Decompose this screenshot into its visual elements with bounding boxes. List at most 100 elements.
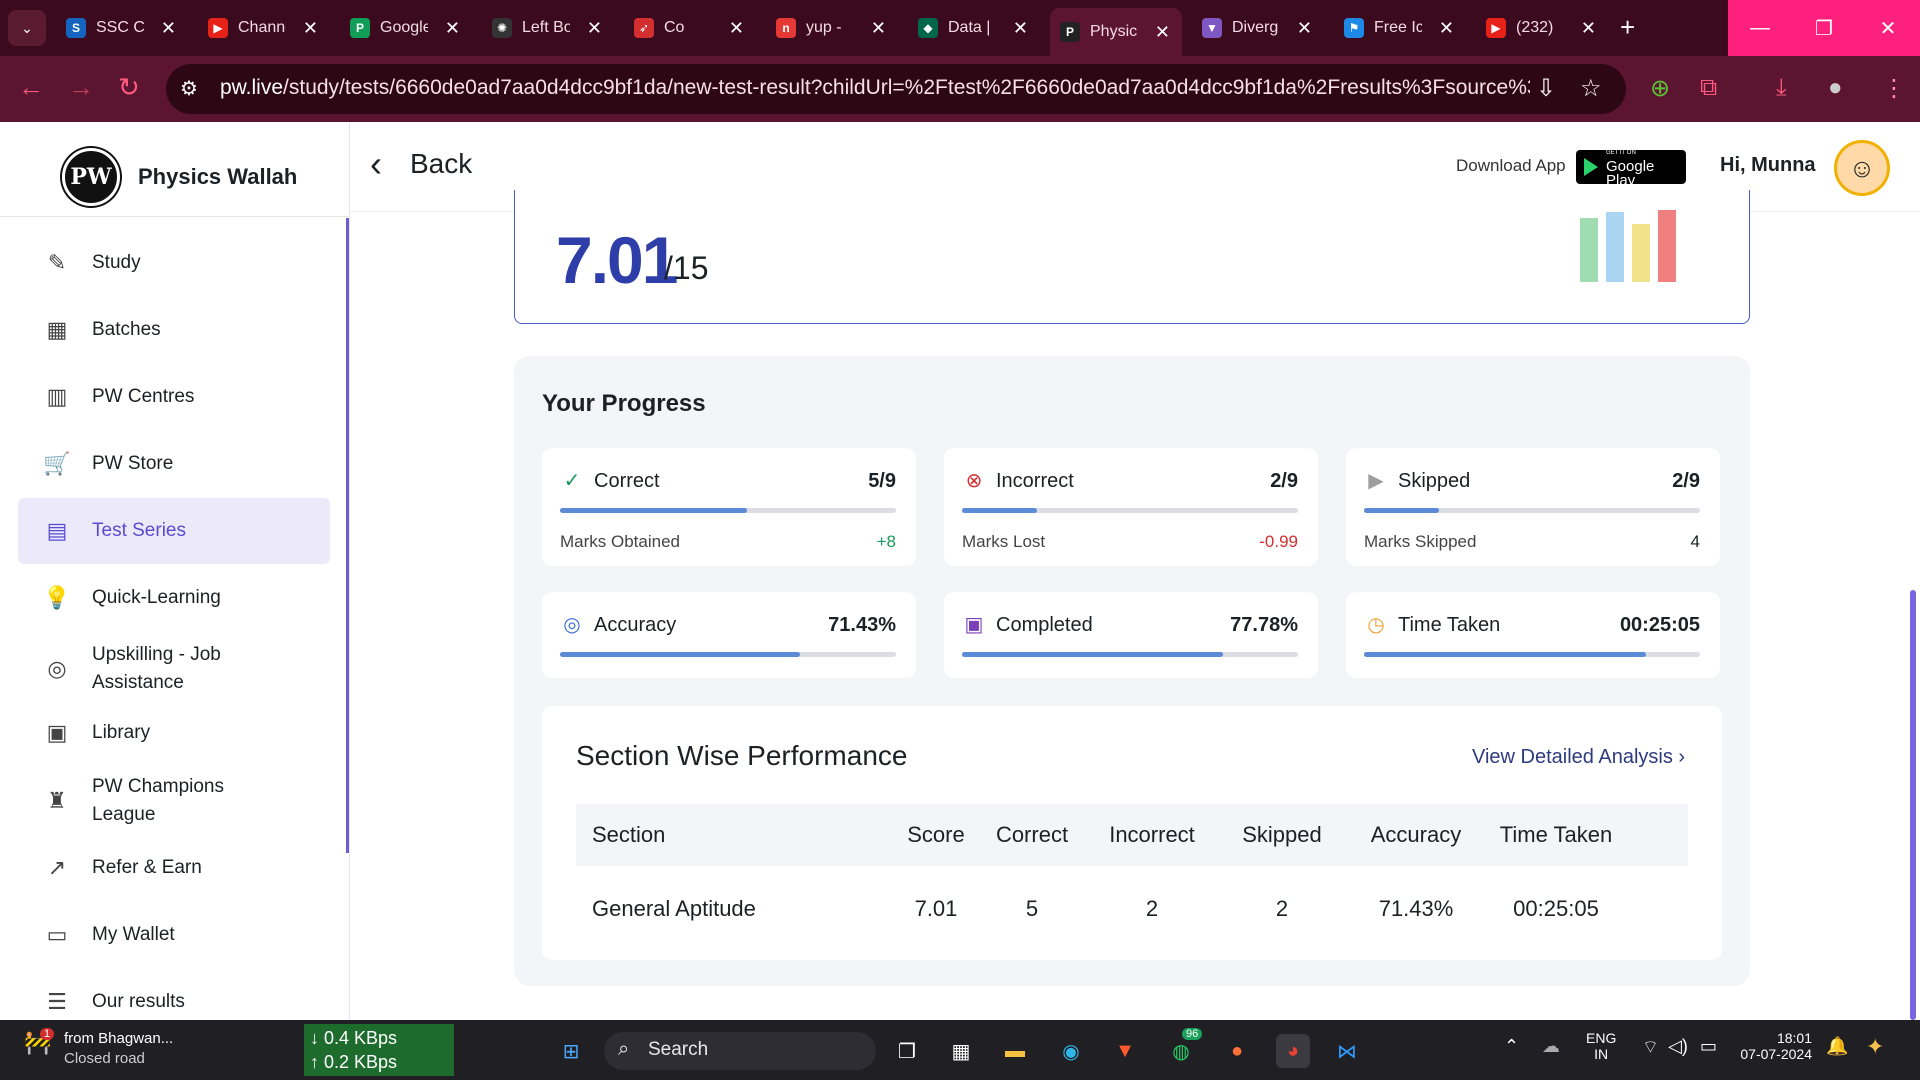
browser-tab[interactable]: ▶ Channel ✕ (198, 8, 330, 48)
column-header: Incorrect (1109, 822, 1195, 847)
progress-fill (560, 652, 800, 657)
sidebar-item-quick-learning[interactable]: 💡 Quick-Learning (18, 565, 330, 631)
chrome-icon[interactable]: ◕ (1276, 1034, 1310, 1068)
firefox-icon[interactable]: ● (1220, 1034, 1254, 1068)
tab-close-icon[interactable]: ✕ (729, 18, 744, 39)
minimize-button[interactable]: — (1728, 0, 1792, 56)
table-cell: General Aptitude (592, 896, 756, 921)
tab-close-icon[interactable]: ✕ (1013, 18, 1028, 39)
back-button[interactable]: ‹ Back (370, 146, 472, 182)
sidebar-item-label: PW Centres (92, 386, 195, 407)
url-text[interactable]: pw.live/study/tests/6660de0ad7aa0d4dcc9b… (220, 76, 1530, 100)
sidebar-item-batches[interactable]: ▦ Batches (18, 297, 330, 363)
browser-tab[interactable]: S SSC CGL ✕ (56, 8, 188, 48)
chevron-right-icon: › (1678, 746, 1686, 768)
sidebar-divider (0, 216, 350, 217)
install-app-icon[interactable]: ⇩ (1536, 74, 1556, 103)
stat-card-skipped: ▶ Skipped 2/9 Marks Skipped 4 (1346, 448, 1720, 566)
new-tab-button[interactable]: + (1620, 12, 1635, 43)
stat-title: Accuracy (594, 614, 677, 636)
reload-icon[interactable]: ↻ (118, 72, 140, 103)
score-total: /15 (664, 250, 709, 286)
sidebar-item-label: Test Series (92, 520, 186, 541)
browser-tab[interactable]: n yup - ✕ (766, 8, 898, 48)
sidebar-item-study[interactable]: ✎ Study (18, 230, 330, 296)
tab-close-icon[interactable]: ✕ (1439, 18, 1454, 39)
browser-menu-icon[interactable]: ⋮ (1882, 74, 1906, 103)
sidebar-item-refer-earn[interactable]: ↗ Refer & Earn (18, 835, 330, 901)
tab-close-icon[interactable]: ✕ (303, 18, 318, 39)
browser-tab[interactable]: ➶ Co ✕ (624, 8, 756, 48)
vscode-icon[interactable]: ⋈ (1330, 1034, 1364, 1068)
windows-start-icon[interactable]: ⊞ (554, 1034, 588, 1068)
clock[interactable]: 18:01 07-07-2024 (1740, 1030, 1812, 1062)
tab-close-icon[interactable]: ✕ (445, 18, 460, 39)
sidebar-item-test-series[interactable]: ▤ Test Series (18, 498, 330, 564)
sidebar-scrollbar[interactable] (346, 218, 349, 853)
tab-close-icon[interactable]: ✕ (871, 18, 886, 39)
downloads-icon[interactable]: ⤓ (1776, 74, 1787, 102)
tab-close-icon[interactable]: ✕ (161, 18, 176, 39)
sidebar-item-label: Our results (92, 991, 185, 1012)
file-explorer-icon[interactable]: ▬ (998, 1034, 1032, 1068)
extensions-puzzle-icon[interactable]: ⧉ (1700, 74, 1717, 102)
tab-close-icon[interactable]: ✕ (1581, 18, 1596, 39)
forward-nav-icon[interactable]: → (68, 72, 94, 103)
sidebar-item-library[interactable]: ▣ Library (18, 700, 330, 766)
extension-plus-icon[interactable]: ⊕ (1650, 74, 1670, 103)
avatar[interactable]: ☺ (1834, 140, 1890, 196)
edge-icon[interactable]: ◉ (1054, 1034, 1088, 1068)
browser-tab[interactable]: ⚑ Free Ic ✕ (1334, 8, 1466, 48)
sidebar-item-upskilling-job-assistance[interactable]: ◎ Upskilling - Job Assistance (18, 628, 330, 710)
close-window-button[interactable]: ✕ (1856, 0, 1920, 56)
user-greeting[interactable]: Hi, Munna (1720, 154, 1816, 177)
profile-icon[interactable]: ● (1828, 74, 1843, 102)
browser-tab[interactable]: ▼ Diverg ✕ (1192, 8, 1324, 48)
browser-tab[interactable]: ▶ (232) ✕ (1476, 8, 1608, 48)
browser-tab[interactable]: P Google ✕ (340, 8, 472, 48)
tray-chevron-icon[interactable]: ⌃ (1504, 1036, 1519, 1057)
taskbar-search[interactable]: ⌕ Search (604, 1032, 876, 1070)
brave-icon[interactable]: ▼ (1108, 1034, 1142, 1068)
wifi-icon[interactable]: ⌔ (1642, 1036, 1659, 1059)
view-detailed-analysis-link[interactable]: View Detailed Analysis › (1472, 746, 1685, 769)
cloud-icon[interactable]: ☁ (1542, 1036, 1560, 1057)
sidebar-item-my-wallet[interactable]: ▭ My Wallet (18, 902, 330, 968)
progress-title: Your Progress (542, 390, 706, 417)
browser-tab[interactable]: P Physic ✕ (1050, 8, 1182, 56)
copilot-icon[interactable]: ✦ (1866, 1034, 1884, 1060)
task-view-icon[interactable]: ❐ (890, 1034, 924, 1068)
tab-favicon-icon: ◆ (918, 18, 938, 38)
site-info-icon[interactable]: ⚙ (180, 76, 198, 101)
column-header: Skipped (1242, 822, 1322, 847)
sidebar-item-pw-store[interactable]: 🛒 PW Store (18, 431, 330, 497)
back-nav-icon[interactable]: ← (18, 72, 44, 103)
language-indicator[interactable]: ENG IN (1586, 1030, 1616, 1062)
brand[interactable]: PW Physics Wallah (62, 148, 297, 206)
page-scrollbar[interactable] (1910, 590, 1916, 1020)
tab-close-icon[interactable]: ✕ (1297, 18, 1312, 39)
back-label: Back (410, 148, 473, 179)
battery-icon[interactable]: ▭ (1700, 1036, 1717, 1057)
restore-button[interactable]: ❐ (1792, 0, 1856, 56)
tab-favicon-icon: ➶ (634, 18, 654, 38)
notif-title[interactable]: from Bhagwan... (64, 1030, 173, 1047)
sidebar-item-pw-champions-league[interactable]: ♜ PW Champions League (18, 768, 330, 834)
store-icon[interactable]: ▦ (944, 1034, 978, 1068)
sidebar-item-pw-centres[interactable]: ▥ PW Centres (18, 364, 330, 430)
table-cell: 7.01 (914, 896, 958, 921)
bell-icon[interactable]: 🔔 (1826, 1036, 1848, 1057)
bookmark-star-icon[interactable]: ☆ (1580, 74, 1602, 103)
progress-fill (962, 508, 1037, 513)
google-play-button[interactable]: GET IT ON Google Play (1576, 150, 1686, 188)
tab-close-icon[interactable]: ✕ (587, 18, 602, 39)
browser-tab[interactable]: ◆ Data | ✕ (908, 8, 1040, 48)
sidebar-item-icon: ▣ (46, 720, 68, 745)
progress-fill (560, 508, 747, 513)
volume-icon[interactable]: ◁) (1668, 1036, 1688, 1057)
progress-fill (1364, 508, 1439, 513)
browser-tab[interactable]: ✺ Left Bo ✕ (482, 8, 614, 48)
tab-close-icon[interactable]: ✕ (1155, 22, 1170, 43)
tab-title: Co (664, 19, 685, 36)
tab-search-button[interactable]: ⌄ (8, 10, 46, 46)
